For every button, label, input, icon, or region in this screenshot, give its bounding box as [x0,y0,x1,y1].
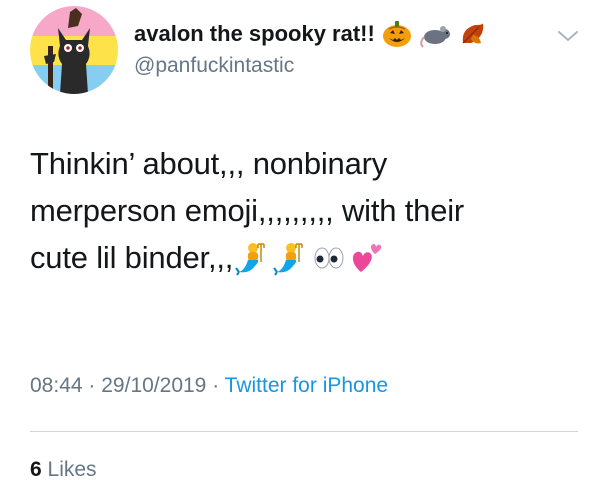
tweet-text: Thinkin’ about,,, nonbinary merperson em… [30,140,570,281]
eyes-icon [311,240,347,276]
likes-count: 6 [30,458,42,481]
likes-link[interactable]: 6 Likes [30,458,97,482]
tweet-source-link[interactable]: Twitter for iPhone [225,374,388,397]
meta-separator: · [88,374,96,397]
merperson-icon [273,240,309,276]
tweet-line-text: cute lil binder,,, [30,240,234,275]
tweet-time[interactable]: 08:44 [30,374,83,397]
tweet-line-text: merperson emoji,,,,,,,,, with their [30,193,465,228]
display-name[interactable]: avalon the spooky rat!! [134,21,375,47]
chevron-down-icon[interactable] [556,28,580,44]
jack-o-lantern-icon [381,19,413,49]
user-handle[interactable]: @panfuckintastic [134,54,574,78]
tweet-date[interactable]: 29/10/2019 [101,374,206,397]
tweet-meta: 08:44 · 29/10/2019 · Twitter for iPhone [30,374,388,398]
avatar[interactable] [30,6,118,94]
meta-separator: · [212,374,220,397]
tweet-header: avalon the spooky rat!! @panfuckintastic [30,6,580,102]
fallen-leaf-icon [457,19,489,49]
tweet-line: cute lil binder,,, [30,234,570,281]
tweet-line: Thinkin’ about,,, nonbinary [30,140,570,187]
two-hearts-icon [349,240,385,276]
likes-label: Likes [47,458,97,481]
divider [30,431,578,432]
rat-icon [419,19,451,49]
avatar-image [30,6,118,94]
tweet-line: merperson emoji,,,,,,,,, with their [30,187,570,234]
display-name-row: avalon the spooky rat!! [134,18,574,50]
tweet-line-text: Thinkin’ about,,, nonbinary [30,146,388,181]
merperson-icon [235,240,271,276]
user-names: avalon the spooky rat!! @panfuckintastic [134,18,574,78]
